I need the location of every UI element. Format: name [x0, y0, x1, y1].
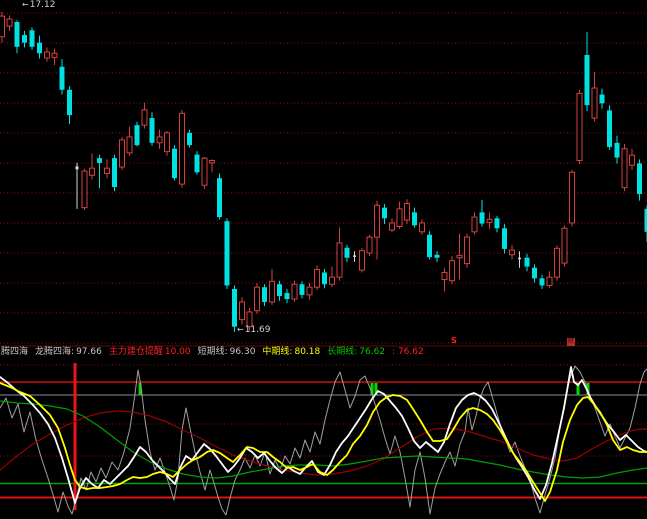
highest-price-label: ←17.12 — [22, 0, 55, 10]
stock-chart-screen: ←17.12 ←11.69 S 除 腾四海 龙腾四海: 97.66 主力建仓提醒… — [0, 0, 647, 519]
main-grid-layer — [0, 12, 647, 347]
indicator-name-fragment: 腾四海 — [1, 347, 29, 357]
lowest-price-value: 11.69 — [244, 325, 271, 335]
indicator-markers-layer — [73, 363, 590, 510]
chart-canvas[interactable] — [0, 0, 647, 519]
candles-layer — [0, 12, 647, 332]
indicator-mid-value: 80.18 — [294, 347, 321, 357]
sell-signal-marker: S — [451, 336, 457, 345]
highest-price-value: 17.12 — [29, 0, 56, 10]
indicator-line-green — [0, 400, 647, 479]
indicator-alert[interactable]: 主力建仓提醒 10.00 — [109, 347, 191, 358]
indicator-short-label: 短期线: — [197, 347, 228, 357]
indicator-short-value: 96.30 — [229, 347, 256, 357]
indicator-mid-label: 中期线: — [262, 347, 293, 357]
exright-marker: 除 — [567, 338, 575, 346]
indicator-short-line[interactable]: 短期线: 96.30 — [198, 347, 256, 358]
indicator-mid-line[interactable]: 中期线: 80.18 — [262, 347, 320, 358]
lowest-price-label: ←11.69 — [237, 325, 270, 335]
indicator-alert-label: 主力建仓提醒 — [108, 347, 163, 357]
indicator-alert-value: 10.00 — [164, 347, 191, 357]
indicator-main-value: 97.66 — [76, 347, 102, 357]
indicator-main-label: 龙腾四海: — [35, 347, 75, 357]
indicator-long-line[interactable]: 长期线: 76.62 — [327, 347, 385, 358]
indicator-long-label: 长期线: — [327, 347, 358, 357]
arrow-left-icon: ← — [22, 0, 29, 9]
indicator-line-white — [0, 366, 647, 504]
indicator-long-value: 76.62 — [359, 347, 386, 357]
indicator-long-value2: : 76.62 — [392, 347, 424, 357]
arrow-left-icon: ← — [237, 325, 244, 334]
indicator-header: 腾四海 龙腾四海: 97.66 主力建仓提醒 10.00 短期线: 96.30 … — [1, 347, 424, 358]
indicator-lines-layer — [0, 365, 647, 516]
indicator-main-line[interactable]: 龙腾四海: 97.66 — [35, 347, 102, 358]
